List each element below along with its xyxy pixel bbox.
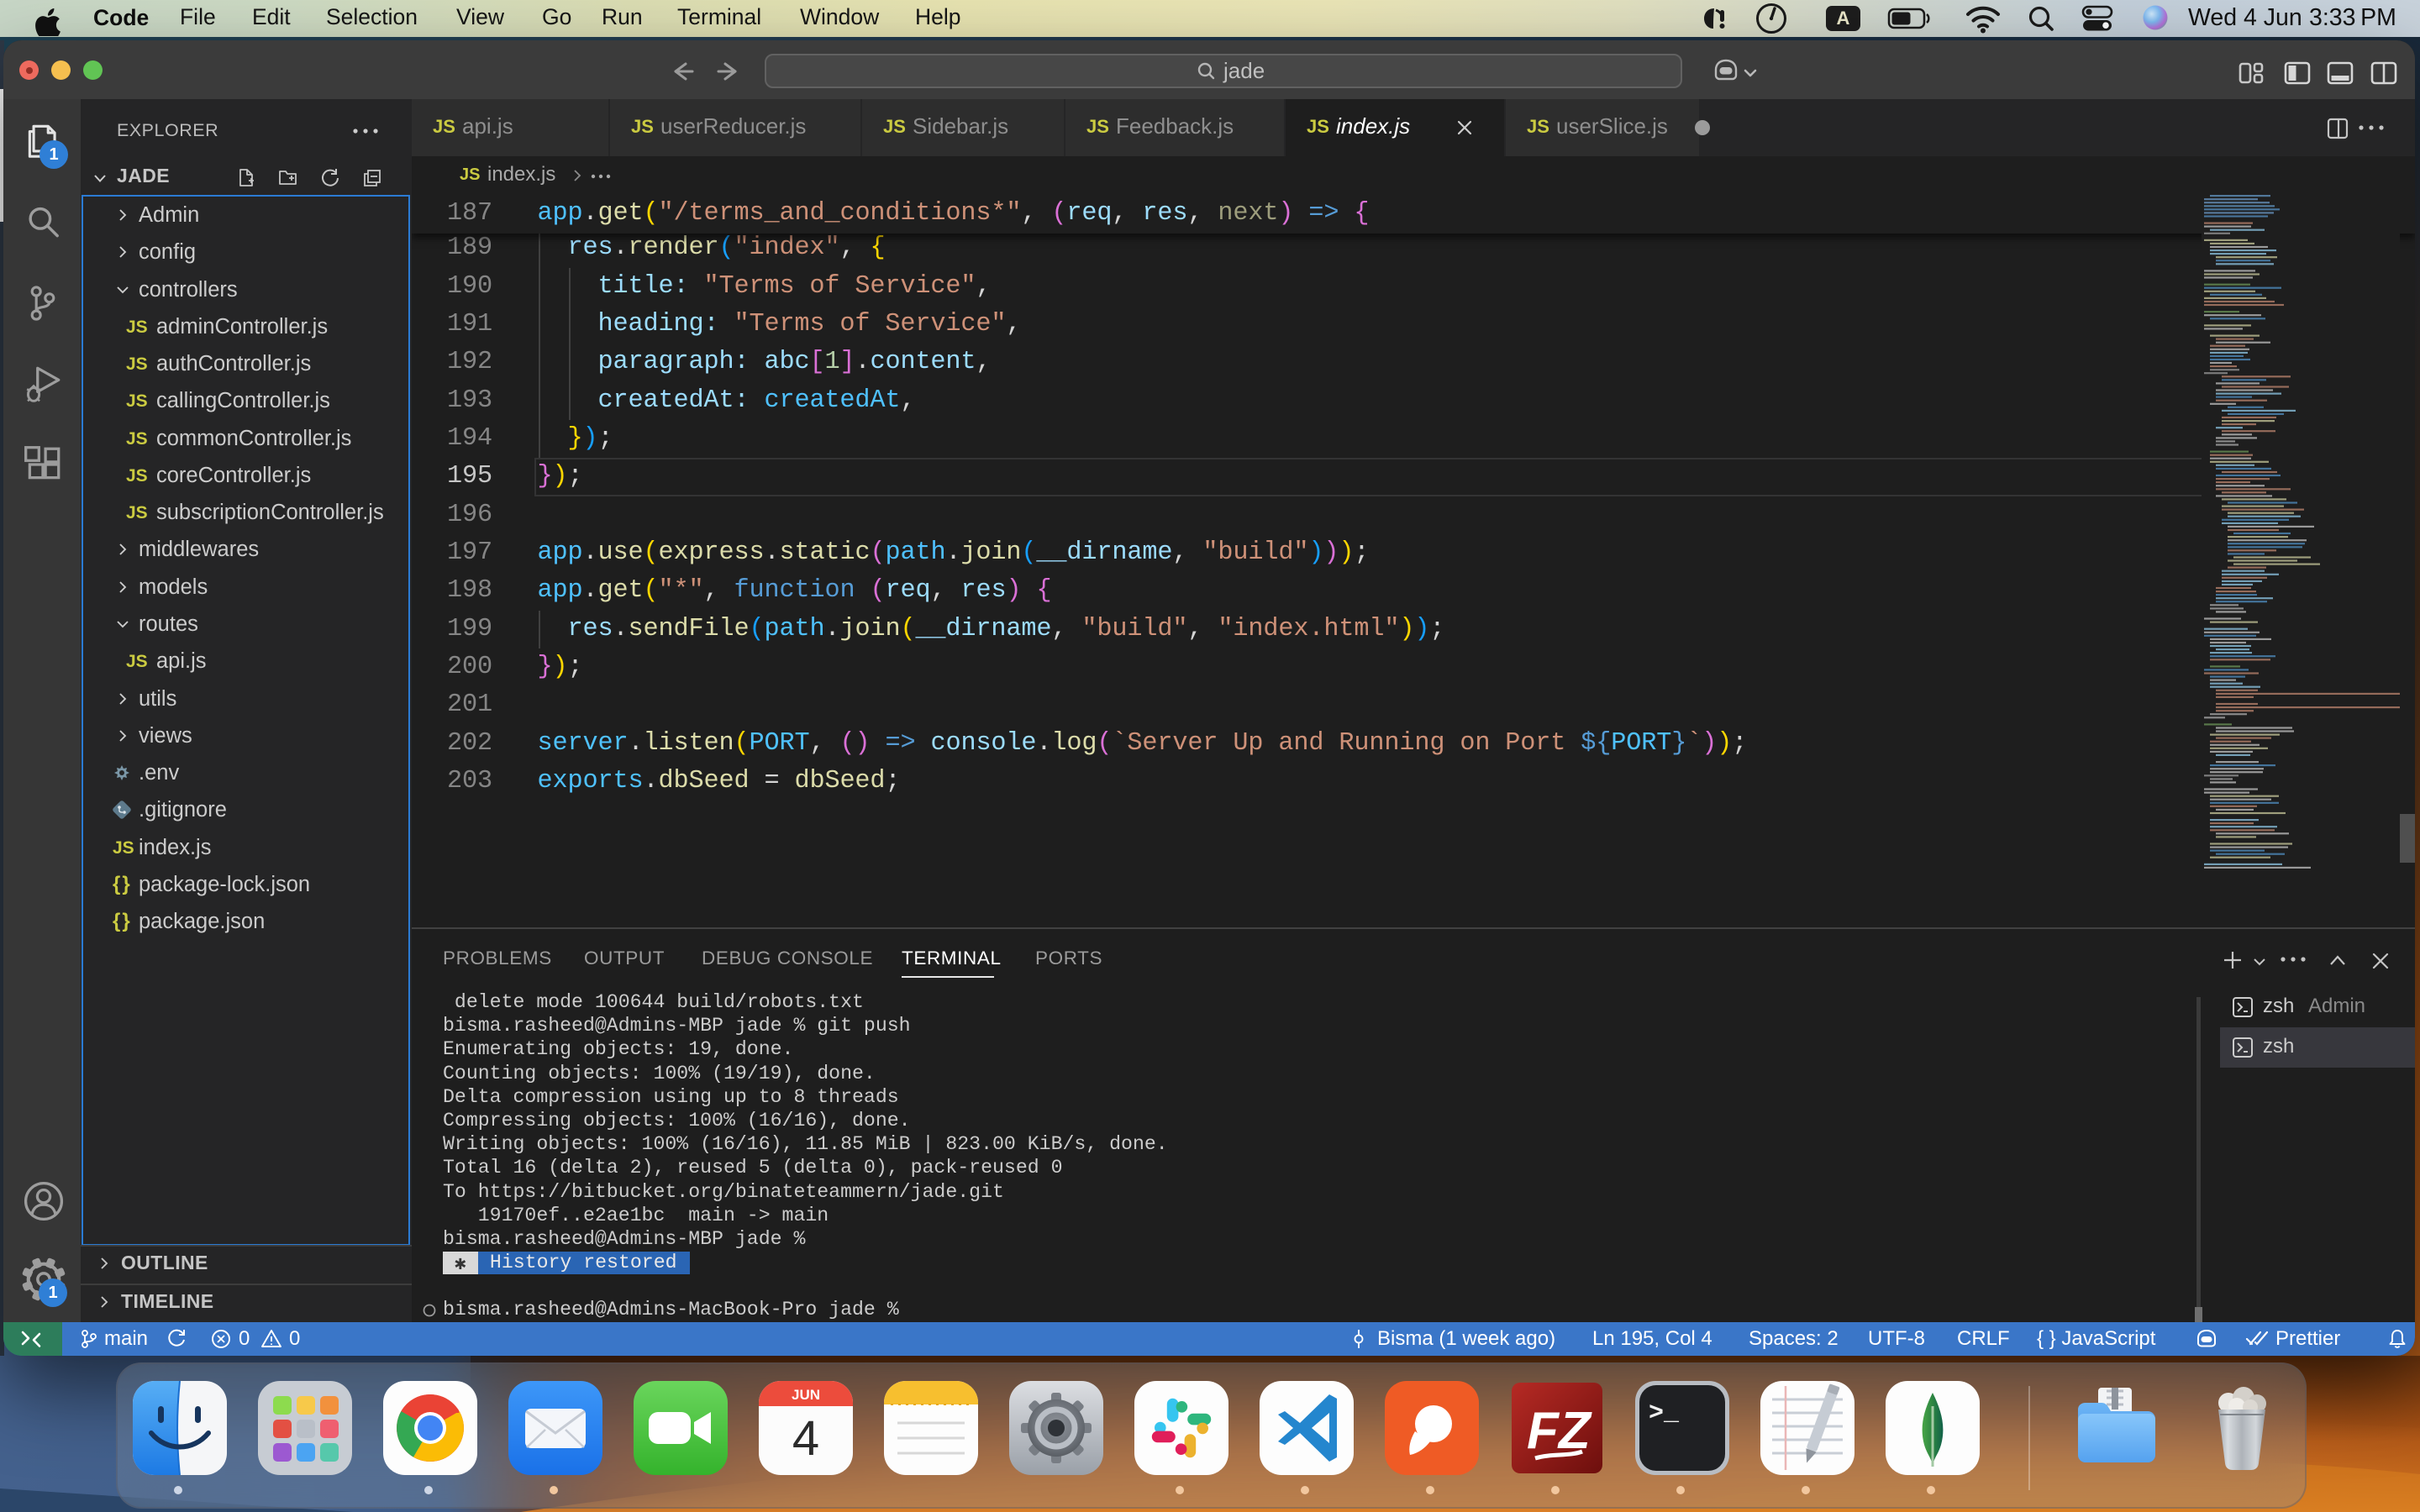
svg-text:JUN: JUN — [792, 1387, 820, 1403]
svg-text:FZ: FZ — [1527, 1402, 1592, 1460]
svg-text:4: 4 — [792, 1411, 819, 1466]
svg-text:>_: >_ — [1649, 1399, 1680, 1428]
